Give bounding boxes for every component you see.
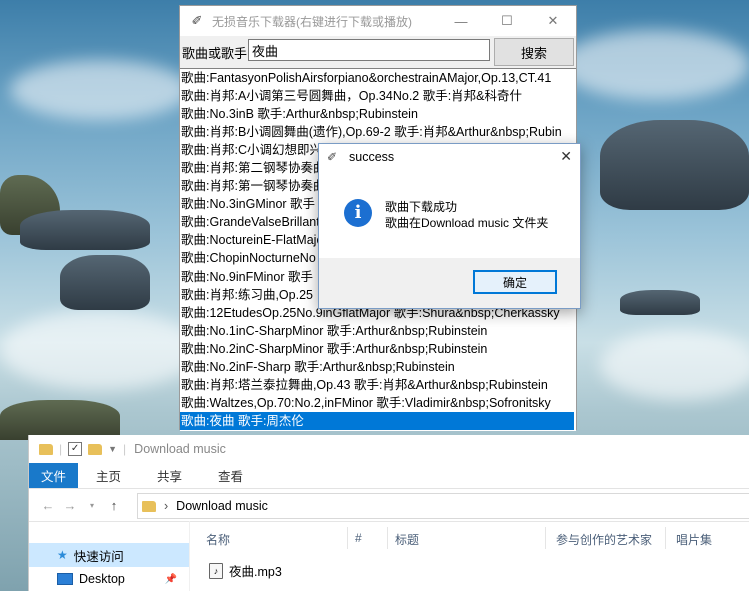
dialog-title-bar: ✐ success ✕ [319,144,580,170]
dialog-message-line1: 歌曲下载成功 [385,200,458,214]
sidebar-item-label: 快速访问 [73,549,124,564]
tab-file[interactable]: 文件 [29,463,79,488]
close-button[interactable]: ✕ [530,6,576,36]
explorer-title-bar: | ✓ ▼ | Download music [29,435,749,463]
navigation-pane: ★ 快速访问 Desktop 📌 [29,521,190,591]
address-bar-row: ← → ▾ ↑ › Download music [29,489,749,522]
address-path: Download music [176,499,268,513]
search-button[interactable]: 搜索 [494,38,574,66]
file-name: 夜曲.mp3 [229,565,282,579]
forward-arrow-icon[interactable]: → [59,498,81,513]
column-name[interactable]: 名称 [206,531,230,548]
list-item[interactable]: 歌曲:No.2inC-SharpMinor 歌手:Arthur&nbsp;Rub… [180,340,576,358]
recent-chevron-icon[interactable]: ▾ [81,501,103,510]
column-title[interactable]: 标题 [395,531,419,548]
minimize-button[interactable]: — [438,6,484,36]
address-bar[interactable]: › Download music [137,493,749,519]
feather-icon: ✐ [191,13,203,28]
chevron-down-icon[interactable]: ▼ [108,444,117,454]
list-item[interactable]: 歌曲:肖邦:B小调圆舞曲(遗作),Op.69-2 歌手:肖邦&Arthur&nb… [180,123,576,141]
success-dialog: ✐ success ✕ i 歌曲下载成功 歌曲在Download music 文… [318,143,581,309]
back-arrow-icon[interactable]: ← [37,498,59,513]
dialog-message-line2: 歌曲在Download music 文件夹 [385,216,549,230]
column-number[interactable]: # [355,531,362,545]
folder-icon [142,500,156,512]
new-folder-icon[interactable] [88,443,103,455]
list-item[interactable]: 歌曲:夜曲 歌手:周杰伦 [180,411,574,430]
properties-icon[interactable]: ✓ [68,442,83,456]
desktop-icon [57,573,73,585]
list-item[interactable]: 歌曲:No.3inB 歌手:Arthur&nbsp;Rubinstein [180,105,576,123]
sidebar-item-quick-access[interactable]: ★ 快速访问 [29,543,189,567]
up-arrow-icon[interactable]: ↑ [103,498,125,513]
dialog-title: success [349,150,395,164]
list-item[interactable]: 歌曲:FantasyonPolishAirsforpiano&orchestra… [180,69,576,87]
ribbon-tabs: 文件 主页 共享 查看 [29,463,749,489]
ok-button[interactable]: 确定 [473,270,557,294]
dialog-footer: 确定 [319,258,580,308]
tab-share[interactable]: 共享 [139,463,200,488]
list-item[interactable]: 歌曲:No.1inC-SharpMinor 歌手:Arthur&nbsp;Rub… [180,322,576,340]
info-icon: i [344,199,372,227]
search-label: 歌曲或歌手 [182,46,248,61]
search-input[interactable] [248,39,490,61]
chevron-right-icon: › [164,499,169,513]
list-item[interactable]: 歌曲:肖邦:A小调第三号圆舞曲，Op.34No.2 歌手:肖邦&科奇什 [180,87,576,105]
list-item[interactable]: 歌曲:No.2inF-Sharp 歌手:Arthur&nbsp;Rubinste… [180,358,576,376]
sidebar-item-desktop[interactable]: Desktop 📌 [29,567,189,591]
column-artists[interactable]: 参与创作的艺术家 [556,531,652,548]
file-item[interactable]: ♪ 夜曲.mp3 [209,561,282,580]
list-item[interactable]: 歌曲:肖邦:塔兰泰拉舞曲,Op.43 歌手:肖邦&Arthur&nbsp;Rub… [180,376,576,394]
column-album[interactable]: 唱片集 [676,531,712,548]
tab-view[interactable]: 查看 [200,463,261,488]
column-headers: 名称 # 标题 参与创作的艺术家 唱片集 [189,521,749,555]
tab-home[interactable]: 主页 [78,463,139,488]
pin-icon: 📌 [164,573,177,585]
folder-icon [39,443,53,455]
window-title: 无损音乐下载器(右键进行下载或播放) [212,14,412,29]
dialog-body: i 歌曲下载成功 歌曲在Download music 文件夹 [319,170,580,258]
list-item[interactable]: 歌曲:Waltzes,Op.70:No.2,inFMinor 歌手:Vladim… [180,394,576,412]
close-icon[interactable]: ✕ [560,148,572,165]
file-explorer-window: | ✓ ▼ | Download music 文件 主页 共享 查看 ← → ▾… [28,435,749,591]
search-bar: 歌曲或歌手 搜索 [180,38,576,66]
sidebar-item-label: Desktop [79,572,125,586]
title-bar: ✐ 无损音乐下载器(右键进行下载或播放) — ☐ ✕ [180,6,576,36]
feather-icon: ✐ [327,150,338,164]
star-icon: ★ [57,548,68,562]
maximize-button[interactable]: ☐ [484,6,530,36]
audio-file-icon: ♪ [209,562,223,579]
explorer-title: Download music [134,442,226,456]
